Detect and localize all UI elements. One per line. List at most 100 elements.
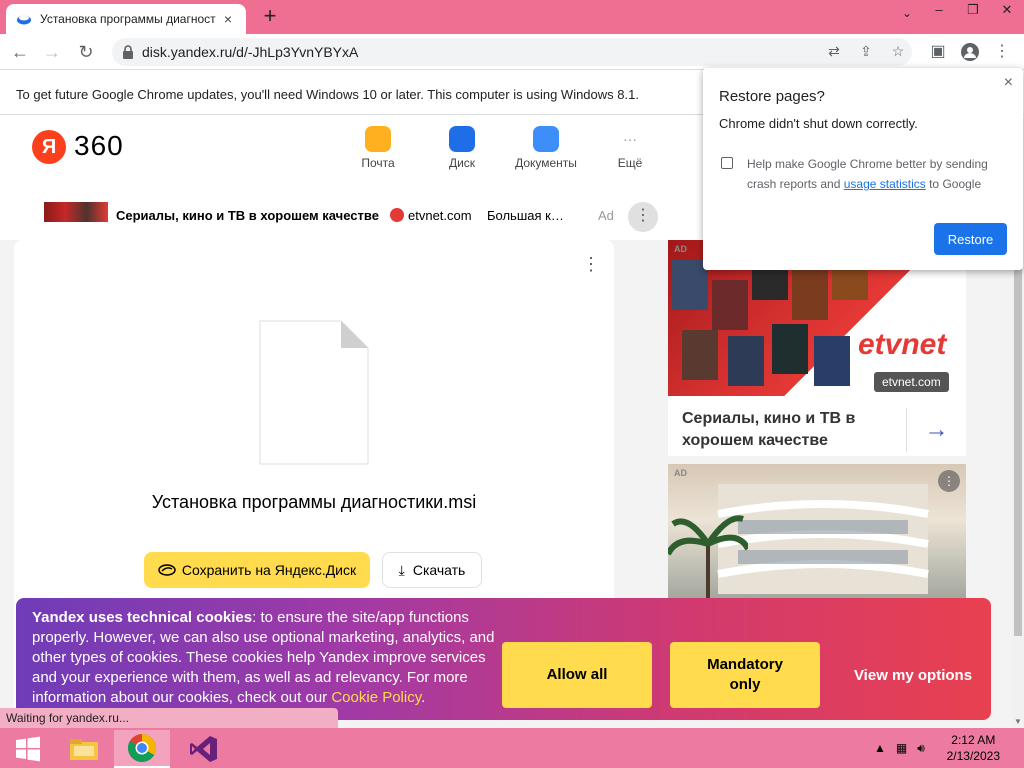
etvnet-logo: etvnet [858,328,947,361]
status-bubble: Waiting for yandex.ru... [0,708,338,728]
minimize-button[interactable]: – [922,0,956,24]
show-hidden-icons-icon[interactable]: ▲ [874,741,886,755]
disk-save-icon [158,564,176,576]
chrome-icon [128,734,156,762]
service-label: Документы [515,156,577,170]
visual-studio-app[interactable] [176,730,232,768]
more-dots-icon: ··· [623,131,637,147]
tab-active[interactable]: Установка программы диагност × [6,4,246,34]
service-docs[interactable]: Документы [506,126,586,170]
scroll-down-icon[interactable]: ▼ [1012,717,1024,726]
restore-button[interactable]: Restore [934,223,1007,255]
arrow-right-icon[interactable]: → [906,408,966,452]
logo-360-text[interactable]: 360 [74,130,124,162]
network-icon[interactable]: ▦ [896,741,907,755]
poster-image [682,330,718,380]
infobar-text: To get future Google Chrome updates, you… [16,87,639,102]
chrome-menu-icon[interactable]: ⋮ [990,40,1014,64]
cookie-text-end: . [421,689,426,706]
file-name: Установка программы диагностики.msi [151,492,477,512]
card-more-icon[interactable]: ⋮ [582,254,600,275]
poster-image [772,324,808,374]
service-mail[interactable]: Почта [338,126,418,170]
close-icon[interactable]: × [1004,74,1013,92]
yandex-disk-favicon-icon [17,15,31,25]
maximize-button[interactable]: ❐ [956,0,990,24]
translate-icon[interactable]: ⇄ [824,43,844,61]
share-icon[interactable]: ⇪ [856,43,876,61]
poster-image [792,270,828,320]
clock-date: 2/13/2023 [946,749,1000,763]
ad-label: AD [674,468,687,478]
profile-avatar-icon[interactable] [958,40,982,64]
checkbox-label: Help make Google Chrome better by sendin… [747,154,1007,194]
poster-image [814,336,850,386]
new-tab-button[interactable]: + [258,5,282,29]
start-button[interactable] [0,730,56,768]
url-text: disk.yandex.ru/d/-JhLp3YvnYBYxA [142,44,359,60]
folder-icon [70,739,98,760]
etvnet-logo-icon [390,208,404,222]
volume-icon[interactable]: 🔊︎ [917,741,925,756]
ad-more-icon[interactable]: ⋮ [938,470,960,492]
cookie-banner: Yandex uses technical cookies: to ensure… [16,598,991,720]
service-more[interactable]: ··· Ещё [590,126,670,170]
system-tray: ▲ ▦ 🔊︎ [874,728,925,768]
tab-strip: Установка программы диагност × + ⌄ – ❐ ✕ [0,0,1024,34]
download-button-label: Скачать [412,562,466,578]
clock-time: 2:12 AM [951,733,996,747]
dialog-message: Chrome didn't shut down correctly. [719,116,918,131]
service-disk[interactable]: Диск [422,126,502,170]
chrome-app[interactable] [114,730,170,768]
yandex-logo-icon[interactable]: Я [32,130,66,164]
close-window-button[interactable]: ✕ [990,0,1024,24]
usage-statistics-link[interactable]: usage statistics [844,177,926,191]
ad-description: Большая к… [487,208,564,223]
side-ad-building[interactable]: AD ⋮ [668,464,966,604]
disk-icon [449,126,475,152]
save-button-label: Сохранить на Яндекс.Диск [181,562,357,578]
address-bar[interactable]: disk.yandex.ru/d/-JhLp3YvnYBYxA ⇄ ⇪ ☆ [112,38,912,66]
cookie-text: Yandex uses technical cookies: to ensure… [32,608,502,708]
restore-pages-dialog: × Restore pages? Chrome didn't shut down… [703,68,1023,270]
side-ad-etvnet[interactable]: etvnet etvnet.com AD Сериалы, кино и ТВ … [668,240,966,456]
browser-toolbar: ← → ↻ disk.yandex.ru/d/-JhLp3YvnYBYxA ⇄ … [0,34,1024,70]
tab-close-icon[interactable]: × [220,11,236,27]
visual-studio-icon [190,736,217,762]
reload-icon[interactable]: ↻ [74,40,98,64]
dialog-title: Restore pages? [719,88,825,105]
clock[interactable]: 2:12 AM 2/13/2023 [947,732,1000,764]
cookie-text-bold: Yandex uses technical cookies [32,609,253,626]
cookie-policy-link[interactable]: Cookie Policy [331,689,421,706]
save-to-disk-button[interactable]: Сохранить на Яндекс.Диск [144,552,370,588]
service-label: Диск [448,156,476,170]
tab-search-icon[interactable]: ⌄ [902,6,912,20]
ad-brand-text: etvnet.com [408,208,472,223]
file-document-icon [259,320,369,465]
download-button[interactable]: ⤓ Скачать [382,552,482,588]
window-controls: – ❐ ✕ [922,0,1024,24]
bookmark-star-icon[interactable]: ☆ [888,43,908,61]
palm-tree-image [668,515,748,604]
allow-all-button[interactable]: Allow all [502,642,652,708]
mandatory-only-button[interactable]: Mandatory only [670,642,820,708]
ad-title: Сериалы, кино и ТВ в хорошем качестве [116,208,379,223]
side-panel-icon[interactable]: ▣ [926,40,950,64]
crash-report-checkbox[interactable] [721,157,733,169]
lock-icon [123,45,133,59]
back-arrow-icon[interactable]: ← [8,40,32,64]
forward-arrow-icon[interactable]: → [40,40,64,64]
side-ad-title: Сериалы, кино и ТВ в хорошем качестве [682,410,856,449]
download-icon: ⤓ [398,561,405,578]
file-explorer-app[interactable] [56,730,112,768]
ad-label: AD [674,244,687,254]
ad-brand: etvnet.com [390,208,472,223]
ad-thumbnail [44,202,108,222]
ad-more-icon[interactable]: ⋮ [628,202,658,232]
service-label: Ещё [617,156,643,170]
view-options-button[interactable]: View my options [838,642,988,708]
windows-taskbar: ▲ ▦ 🔊︎ 2:12 AM 2/13/2023 [0,728,1024,768]
poster-image [712,280,748,330]
poster-image [728,336,764,386]
tab-title: Установка программы диагност [40,12,216,26]
